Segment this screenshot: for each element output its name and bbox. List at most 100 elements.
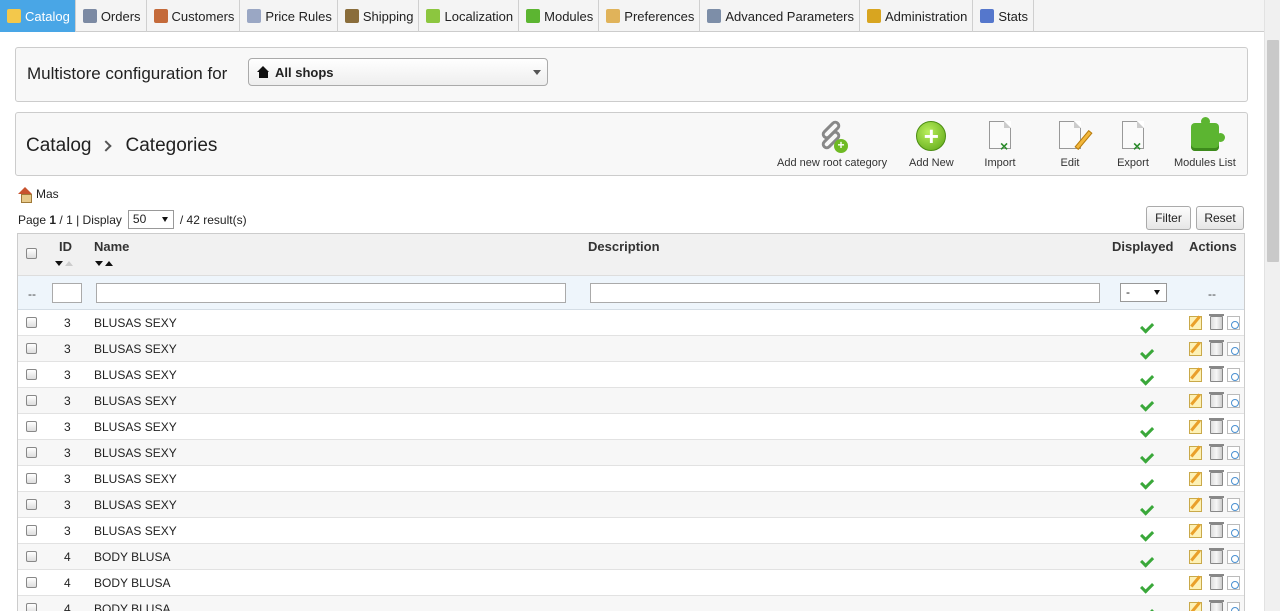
scrollbar[interactable]	[1264, 0, 1280, 611]
sort-desc-icon[interactable]	[95, 261, 103, 266]
edit-icon[interactable]	[1189, 446, 1202, 460]
table-row[interactable]: 3 BLUSAS SEXY	[18, 362, 1244, 388]
row-checkbox[interactable]	[26, 447, 37, 458]
view-icon[interactable]	[1227, 550, 1240, 564]
table-row[interactable]: 3 BLUSAS SEXY	[18, 466, 1244, 492]
delete-icon[interactable]	[1209, 366, 1224, 382]
delete-icon[interactable]	[1209, 496, 1224, 512]
edit-icon[interactable]	[1189, 550, 1202, 564]
tab-catalog[interactable]: Catalog	[0, 0, 76, 32]
tab-modules[interactable]: Modules	[519, 0, 600, 32]
modules-list-button[interactable]: Modules List	[1174, 117, 1236, 173]
row-checkbox[interactable]	[26, 603, 37, 611]
view-icon[interactable]	[1227, 368, 1240, 382]
tab-orders[interactable]: Orders	[76, 0, 147, 32]
delete-icon[interactable]	[1209, 392, 1224, 408]
filter-displayed-select[interactable]: -	[1120, 283, 1167, 302]
delete-icon[interactable]	[1209, 574, 1224, 590]
filter-name-input[interactable]	[96, 283, 566, 303]
import-button[interactable]: × Import	[984, 121, 1016, 173]
displayed-check-icon[interactable]	[1139, 601, 1153, 611]
table-row[interactable]: 3 BLUSAS SEXY	[18, 440, 1244, 466]
row-checkbox[interactable]	[26, 577, 37, 588]
view-icon[interactable]	[1227, 420, 1240, 434]
filter-id-input[interactable]	[52, 283, 82, 303]
row-checkbox[interactable]	[26, 343, 37, 354]
delete-icon[interactable]	[1209, 444, 1224, 460]
table-row[interactable]: 4 BODY BLUSA	[18, 596, 1244, 611]
edit-icon[interactable]	[1189, 524, 1202, 538]
view-icon[interactable]	[1227, 472, 1240, 486]
row-checkbox[interactable]	[26, 499, 37, 510]
displayed-check-icon[interactable]	[1139, 549, 1153, 559]
row-checkbox[interactable]	[26, 317, 37, 328]
table-row[interactable]: 3 BLUSAS SEXY	[18, 414, 1244, 440]
tab-customers[interactable]: Customers	[147, 0, 241, 32]
edit-icon[interactable]	[1189, 394, 1202, 408]
edit-button[interactable]: Edit	[1054, 121, 1093, 173]
tab-localization[interactable]: Localization	[419, 0, 520, 32]
delete-icon[interactable]	[1209, 522, 1224, 538]
add-root-category-button[interactable]: + Add new root category	[777, 118, 887, 173]
table-row[interactable]: 3 BLUSAS SEXY	[18, 336, 1244, 362]
tab-stats[interactable]: Stats	[973, 0, 1034, 32]
displayed-check-icon[interactable]	[1139, 523, 1153, 533]
tab-administration[interactable]: Administration	[860, 0, 974, 32]
table-row[interactable]: 4 BODY BLUSA	[18, 570, 1244, 596]
filter-description-input[interactable]	[590, 283, 1100, 303]
delete-icon[interactable]	[1209, 600, 1224, 611]
edit-icon[interactable]	[1189, 498, 1202, 512]
displayed-check-icon[interactable]	[1139, 445, 1153, 455]
displayed-check-icon[interactable]	[1139, 393, 1153, 403]
tab-advanced-parameters[interactable]: Advanced Parameters	[700, 0, 860, 32]
table-row[interactable]: 3 BLUSAS SEXY	[18, 492, 1244, 518]
row-checkbox[interactable]	[26, 551, 37, 562]
reset-button[interactable]: Reset	[1196, 206, 1244, 230]
export-button[interactable]: × Export	[1117, 121, 1149, 173]
select-all-checkbox[interactable]	[26, 248, 37, 259]
table-row[interactable]: 3 BLUSAS SEXY	[18, 518, 1244, 544]
tab-shipping[interactable]: Shipping	[338, 0, 420, 32]
view-icon[interactable]	[1227, 576, 1240, 590]
row-checkbox[interactable]	[26, 525, 37, 536]
edit-icon[interactable]	[1189, 420, 1202, 434]
sort-desc-icon[interactable]	[55, 261, 63, 266]
displayed-check-icon[interactable]	[1139, 575, 1153, 585]
sort-asc-icon[interactable]	[105, 261, 113, 266]
displayed-check-icon[interactable]	[1139, 419, 1153, 429]
edit-icon[interactable]	[1189, 316, 1202, 330]
delete-icon[interactable]	[1209, 314, 1224, 330]
edit-icon[interactable]	[1189, 342, 1202, 356]
per-page-select[interactable]: 50	[127, 210, 174, 229]
row-checkbox[interactable]	[26, 473, 37, 484]
table-row[interactable]: 3 BLUSAS SEXY	[18, 310, 1244, 336]
breadcrumb-section[interactable]: Catalog	[26, 135, 92, 157]
edit-icon[interactable]	[1189, 472, 1202, 486]
shop-select[interactable]: All shops	[248, 58, 548, 86]
row-checkbox[interactable]	[26, 421, 37, 432]
view-icon[interactable]	[1227, 316, 1240, 330]
view-icon[interactable]	[1227, 602, 1240, 611]
delete-icon[interactable]	[1209, 548, 1224, 564]
edit-icon[interactable]	[1189, 602, 1202, 611]
sort-asc-icon[interactable]	[65, 261, 73, 266]
delete-icon[interactable]	[1209, 340, 1224, 356]
tab-preferences[interactable]: Preferences	[599, 0, 701, 32]
displayed-check-icon[interactable]	[1139, 471, 1153, 481]
table-row[interactable]: 4 BODY BLUSA	[18, 544, 1244, 570]
edit-icon[interactable]	[1189, 576, 1202, 590]
table-row[interactable]: 3 BLUSAS SEXY	[18, 388, 1244, 414]
view-icon[interactable]	[1227, 498, 1240, 512]
view-icon[interactable]	[1227, 394, 1240, 408]
row-checkbox[interactable]	[26, 395, 37, 406]
delete-icon[interactable]	[1209, 470, 1224, 486]
edit-icon[interactable]	[1189, 368, 1202, 382]
scrollbar-thumb[interactable]	[1267, 40, 1279, 262]
displayed-check-icon[interactable]	[1139, 497, 1153, 507]
displayed-check-icon[interactable]	[1139, 341, 1153, 351]
tab-price-rules[interactable]: Price Rules	[240, 0, 338, 32]
delete-icon[interactable]	[1209, 418, 1224, 434]
displayed-check-icon[interactable]	[1139, 367, 1153, 377]
displayed-check-icon[interactable]	[1139, 315, 1153, 325]
category-tree-root[interactable]: Mas	[18, 187, 59, 203]
